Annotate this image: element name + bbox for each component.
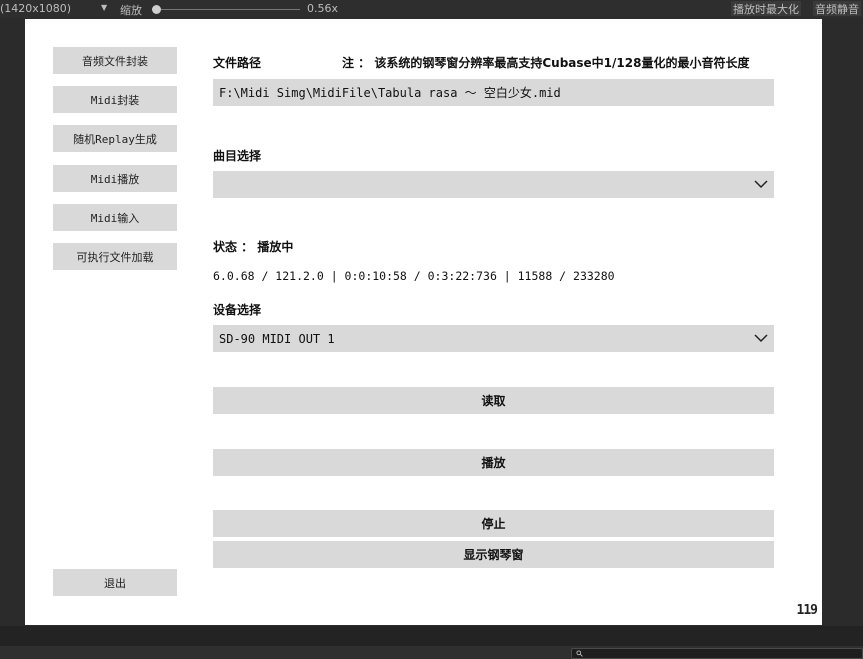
caret-down-icon[interactable]: ▼ [101,3,107,12]
sidebar-item-midi-pack[interactable]: Midi封装 [53,86,177,113]
device-select-dropdown[interactable]: SD-90 MIDI OUT 1 [213,325,774,352]
file-path-field[interactable]: F:\Midi Simg\MidiFile\Tabula rasa ～ 空白少女… [213,79,774,106]
show-piano-roll-button[interactable]: 显示钢琴窗 [213,541,774,568]
file-path-value: F:\Midi Simg\MidiFile\Tabula rasa ～ 空白少女… [219,86,561,100]
playback-status-line: 6.0.68 / 121.2.0 | 0:0:10:58 / 0:3:22:73… [213,269,615,283]
maximize-on-play-toggle[interactable]: 播放时最大化 [731,1,801,16]
sidebar-item-random-replay[interactable]: 随机Replay生成 [53,125,177,152]
search-input[interactable] [571,648,863,659]
resolution-note: 注 ： 该系统的钢琴窗分辨率最高支持Cubase中1/128量化的最小音符长度 [342,56,750,70]
device-select-label: 设备选择 [213,303,262,317]
editor-bottom-bar [0,626,863,646]
zoom-slider[interactable] [152,4,302,14]
file-path-label: 文件路径 [213,56,262,70]
sidebar-item-midi-play[interactable]: Midi播放 [53,165,177,192]
zoom-slider-track [156,9,300,10]
play-button[interactable]: 播放 [213,449,774,476]
fps-counter: 119 [796,603,819,618]
zoom-value: 0.56x [307,2,339,15]
sidebar-item-midi-input[interactable]: Midi输入 [53,204,177,231]
chevron-down-icon [754,334,768,343]
game-view: 音频文件封装 Midi封装 随机Replay生成 Midi播放 Midi输入 可… [25,19,822,625]
status-label: 状态 ： 播放中 [213,240,294,254]
zoom-label: 缩放 [120,4,142,17]
stop-button[interactable]: 停止 [213,510,774,537]
sidebar-item-audio-pack[interactable]: 音频文件封装 [53,47,177,74]
device-select-value: SD-90 MIDI OUT 1 [219,331,335,346]
resolution-selector[interactable]: (1420x1080) [0,2,71,15]
editor-toolbar: (1420x1080) ▼ 缩放 0.56x 播放时最大化 音频静音 [0,0,863,18]
chevron-down-icon [754,180,768,189]
search-icon [576,650,583,657]
track-select-label: 曲目选择 [213,149,262,163]
zoom-slider-knob[interactable] [152,5,161,14]
sidebar-item-exe-load[interactable]: 可执行文件加载 [53,243,177,270]
mute-audio-toggle[interactable]: 音频静音 [813,1,861,16]
track-select-dropdown[interactable] [213,171,774,198]
exit-button[interactable]: 退出 [53,569,177,596]
read-button[interactable]: 读取 [213,387,774,414]
